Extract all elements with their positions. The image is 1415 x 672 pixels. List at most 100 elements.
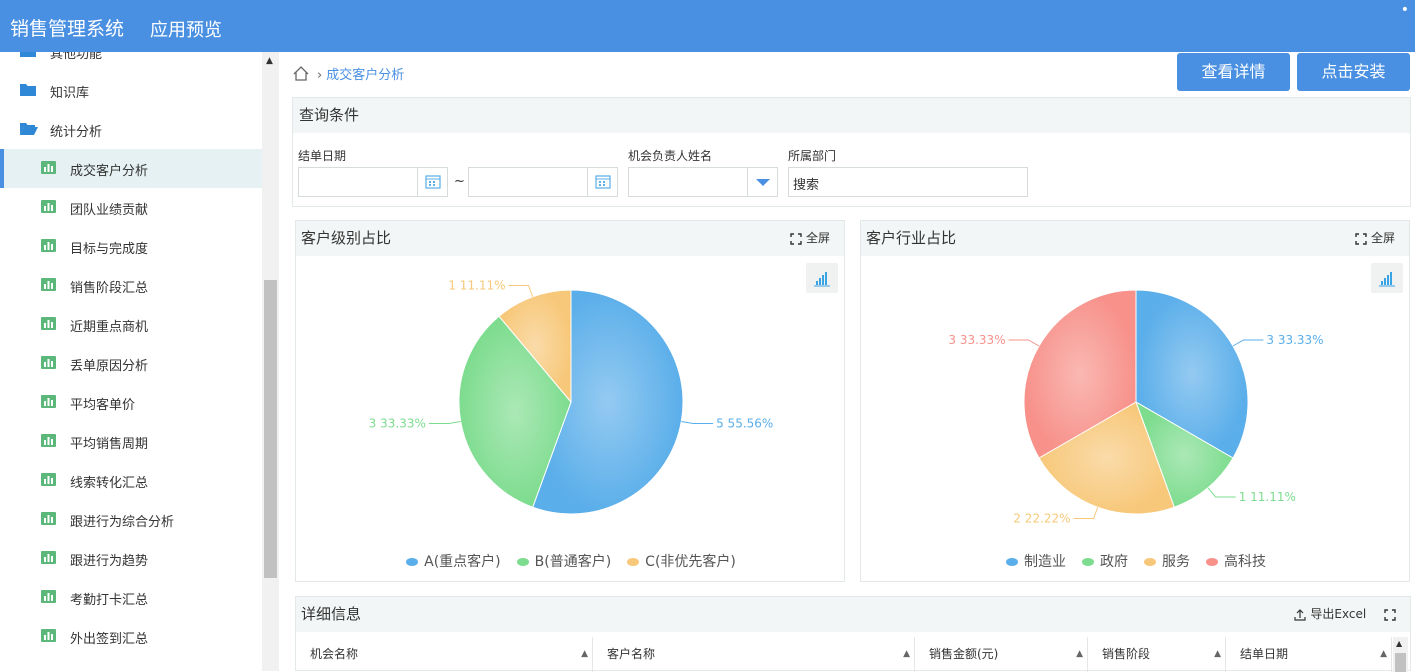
- sidebar: 其他功能 知识库 统计分析 成交客户分析团队业绩贡献 目标与完成度销售阶段汇总 近期重点商…: [0, 52, 262, 671]
- sidebar-item-label: 线索转化汇总: [70, 476, 149, 491]
- legend-swatch: [406, 558, 419, 566]
- fullscreen-button[interactable]: 全屏: [1355, 221, 1395, 256]
- sidebar-item[interactable]: 跟进行为综合分析: [0, 500, 262, 539]
- sidebar-item[interactable]: 销售阶段汇总: [0, 266, 262, 305]
- fullscreen-button[interactable]: 全屏: [790, 221, 830, 256]
- legend-label: C(非优先客户): [645, 554, 736, 570]
- date-start-input[interactable]: [298, 167, 448, 197]
- sidebar-item[interactable]: 线索转化汇总: [0, 461, 262, 500]
- chart-icon: [41, 590, 56, 603]
- breadcrumb: › 成交客户分析: [293, 64, 404, 85]
- query-panel: 查询条件 结单日期 ~ 机会负责人姓名 所属部门 搜索: [292, 97, 1411, 207]
- table-scrollbar[interactable]: ▲: [1393, 637, 1408, 672]
- pie-data-label: 1 11.11%: [448, 278, 505, 292]
- sort-icon[interactable]: ▲: [903, 637, 910, 672]
- pie-data-label: 5 55.56%: [716, 417, 773, 431]
- sidebar-item[interactable]: 成交客户分析: [0, 149, 262, 188]
- sidebar-item[interactable]: 平均销售周期: [0, 422, 262, 461]
- dept-search-input[interactable]: 搜索: [788, 167, 1028, 197]
- sidebar-item-label: 目标与完成度: [70, 242, 149, 257]
- legend-label: 高科技: [1224, 554, 1266, 570]
- owner-select[interactable]: [628, 167, 778, 197]
- legend-swatch: [1082, 558, 1094, 566]
- sidebar-item-label: 外出签到汇总: [70, 632, 149, 647]
- detail-title: 详细信息: [301, 605, 362, 623]
- sidebar-item-label: 平均销售周期: [70, 437, 149, 452]
- folder-icon: [20, 83, 36, 96]
- legend-label: 制造业: [1024, 554, 1066, 570]
- legend-item[interactable]: B(普通客户): [516, 551, 611, 571]
- legend-item[interactable]: 制造业: [1006, 551, 1066, 571]
- date-end-input[interactable]: [468, 167, 618, 197]
- column-header[interactable]: 机会名称 ▲: [296, 637, 593, 672]
- chart-icon: [41, 512, 56, 525]
- legend-item[interactable]: 高科技: [1206, 551, 1266, 571]
- scroll-thumb[interactable]: [264, 280, 277, 578]
- sidebar-item[interactable]: 统计分析: [0, 110, 262, 149]
- sidebar-item-label: 考勤打卡汇总: [70, 593, 149, 608]
- column-header[interactable]: 销售阶段 ▲: [1088, 637, 1226, 672]
- date-label: 结单日期: [298, 149, 347, 163]
- pie-data-label: 3 33.33%: [948, 333, 1005, 347]
- calendar-icon[interactable]: [417, 168, 447, 196]
- chart-icon: [41, 200, 56, 213]
- sidebar-item-label: 跟进行为趋势: [70, 554, 149, 569]
- column-header-label: 结单日期: [1240, 647, 1289, 661]
- top-bar: 销售管理系统 应用预览 •: [0, 0, 1415, 52]
- sidebar-item[interactable]: 知识库: [0, 71, 262, 110]
- sidebar-item[interactable]: 其他功能: [0, 52, 262, 71]
- pie-data-label: 1 11.11%: [1239, 490, 1296, 504]
- legend-item[interactable]: A(重点客户): [406, 551, 501, 571]
- chevron-down-icon[interactable]: [747, 168, 777, 196]
- sort-icon[interactable]: ▲: [581, 637, 588, 672]
- fullscreen-label: 全屏: [1370, 231, 1395, 245]
- legend-item[interactable]: C(非优先客户): [627, 551, 736, 571]
- scroll-up-icon[interactable]: ▲: [266, 56, 273, 66]
- legend-swatch: [1206, 558, 1218, 566]
- breadcrumb-chevron-icon: ›: [317, 68, 323, 83]
- legend-item[interactable]: 政府: [1082, 551, 1128, 571]
- fullscreen-button[interactable]: [1384, 607, 1396, 621]
- scroll-up-icon[interactable]: ▲: [1396, 639, 1402, 648]
- legend-swatch: [516, 558, 529, 566]
- column-header[interactable]: 结单日期 ▲: [1226, 637, 1392, 672]
- pie-label-line: [1232, 339, 1264, 347]
- column-header-label: 销售阶段: [1102, 647, 1151, 661]
- view-details-button[interactable]: 查看详情: [1177, 53, 1290, 91]
- level-pie-panel: 客户级别占比 全屏 5 55.56% 3 33.33% 1 11.11% A(重点客…: [295, 220, 845, 582]
- sidebar-item[interactable]: 近期重点商机: [0, 305, 262, 344]
- sidebar-item[interactable]: 丢单原因分析: [0, 344, 262, 383]
- column-header[interactable]: 销售金额(元) ▲: [915, 637, 1088, 672]
- breadcrumb-current[interactable]: 成交客户分析: [326, 68, 404, 83]
- sidebar-scrollbar[interactable]: ▲: [262, 52, 279, 671]
- column-header-label: 销售金额(元): [929, 647, 999, 661]
- sort-icon[interactable]: ▲: [1076, 637, 1083, 672]
- pie-label-line: [428, 420, 461, 425]
- scroll-thumb[interactable]: [1395, 653, 1406, 672]
- range-separator: ~: [454, 174, 465, 189]
- level-pie-legend: A(重点客户) B(普通客户) C(非优先客户): [296, 551, 846, 571]
- column-header-label: 机会名称: [310, 647, 359, 661]
- window-dot-icon[interactable]: •: [1401, 2, 1409, 18]
- home-icon[interactable]: [293, 66, 311, 85]
- sidebar-item-label: 团队业绩贡献: [70, 203, 149, 218]
- export-excel-button[interactable]: 导出Excel: [1293, 607, 1370, 621]
- pie-data-label: 3 33.33%: [369, 417, 426, 431]
- dept-label: 所属部门: [788, 149, 837, 163]
- sort-icon[interactable]: ▲: [1380, 637, 1387, 672]
- calendar-icon[interactable]: [587, 168, 617, 196]
- install-button[interactable]: 点击安装: [1297, 53, 1410, 91]
- chart-icon: [41, 278, 56, 291]
- sidebar-item[interactable]: 平均客单价: [0, 383, 262, 422]
- sort-icon[interactable]: ▲: [1214, 637, 1221, 672]
- chart-icon: [41, 161, 56, 174]
- sidebar-item[interactable]: 跟进行为趋势: [0, 539, 262, 578]
- industry-pie-chart: 3 33.33% 1 11.11% 2 22.22% 3 33.33%: [948, 289, 1324, 526]
- sidebar-item[interactable]: 团队业绩贡献: [0, 188, 262, 227]
- sidebar-item[interactable]: 外出签到汇总: [0, 617, 262, 656]
- legend-item[interactable]: 服务: [1144, 551, 1190, 571]
- chart-icon: [41, 317, 56, 330]
- sidebar-item[interactable]: 考勤打卡汇总: [0, 578, 262, 617]
- column-header[interactable]: 客户名称 ▲: [593, 637, 915, 672]
- sidebar-item[interactable]: 目标与完成度: [0, 227, 262, 266]
